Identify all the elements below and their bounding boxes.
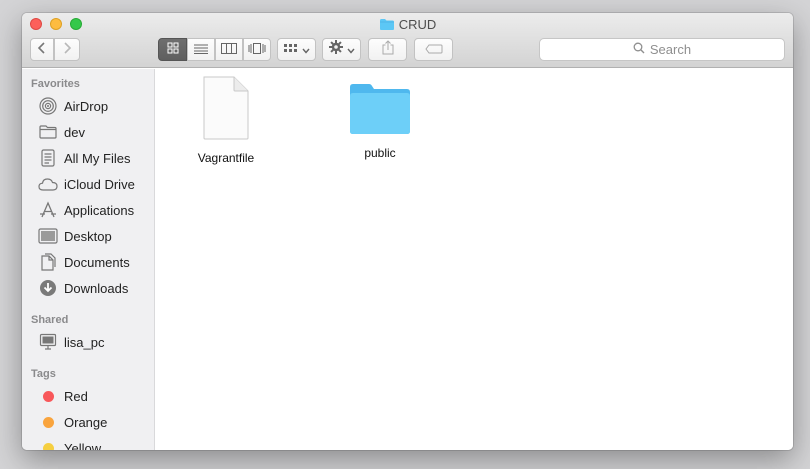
sidebar-item-icloud-drive[interactable]: iCloud Drive <box>38 173 155 195</box>
sidebar-item-label: lisa_pc <box>64 334 105 350</box>
search-field[interactable]: Search <box>539 38 785 61</box>
toolbar: CRUD Search <box>22 13 793 68</box>
sidebar-item-label: All My Files <box>64 150 131 166</box>
sidebar-item-documents[interactable]: Documents <box>38 251 155 273</box>
chevron-down-icon <box>346 41 355 59</box>
back-button[interactable] <box>30 38 54 61</box>
sidebar-item-label: Orange <box>64 414 108 430</box>
sidebar-item-lisa-pc[interactable]: lisa_pc <box>38 331 155 353</box>
icon-view-icon <box>167 41 179 59</box>
icon-view-button[interactable] <box>158 38 187 61</box>
forward-button[interactable] <box>54 38 80 61</box>
cover-flow-view-button[interactable] <box>243 38 271 61</box>
chevron-left-icon <box>37 41 47 59</box>
sidebar-heading-tags: Tags <box>31 368 56 380</box>
sidebar-item-tag-orange[interactable]: Orange <box>38 411 155 433</box>
sidebar-item-label: Documents <box>64 254 130 270</box>
sidebar-item-airdrop[interactable]: AirDrop <box>38 95 155 117</box>
computer-icon <box>38 332 58 352</box>
file-name: public <box>364 146 396 160</box>
list-view-icon <box>194 41 208 59</box>
sidebar-item-applications[interactable]: Applications <box>38 199 155 221</box>
search-icon <box>633 42 650 57</box>
tag-color-dot <box>43 416 54 428</box>
sidebar-heading-favorites: Favorites <box>31 78 80 90</box>
all-files-icon <box>38 148 58 168</box>
window-title-text: CRUD <box>398 17 437 32</box>
tag-color-dot <box>43 442 54 450</box>
sidebar-item-tag-yellow[interactable]: Yellow <box>38 437 155 450</box>
file-item-public[interactable]: public <box>330 83 430 160</box>
folder-icon <box>379 18 395 35</box>
file-browser-content: Vagrantfile public <box>156 69 793 450</box>
airdrop-icon <box>38 96 58 116</box>
sidebar-item-tag-red[interactable]: Red <box>38 385 155 407</box>
window-title: CRUD <box>22 17 793 33</box>
edit-tags-button[interactable] <box>414 38 453 61</box>
arrange-grid-icon <box>283 41 298 59</box>
documents-icon <box>38 252 58 272</box>
folder-icon <box>38 122 58 142</box>
search-placeholder: Search <box>649 42 692 57</box>
sidebar-item-label: Downloads <box>64 280 129 296</box>
chevron-right-icon <box>62 41 72 59</box>
sidebar-item-dev[interactable]: dev <box>38 121 155 143</box>
gear-icon <box>328 40 343 59</box>
finder-window: CRUD Search Favorites AirDrop dev All My… <box>22 13 793 450</box>
downloads-icon <box>38 278 58 298</box>
desktop-icon <box>38 226 58 246</box>
sidebar-item-label: iCloud Drive <box>64 176 135 192</box>
chevron-down-icon <box>301 41 310 59</box>
document-icon <box>201 76 251 144</box>
sidebar-item-desktop[interactable]: Desktop <box>38 225 155 247</box>
folder-icon <box>349 84 411 139</box>
tag-icon <box>424 41 443 59</box>
cloud-icon <box>38 174 58 194</box>
share-icon <box>382 39 394 60</box>
tag-color-dot <box>43 390 54 402</box>
list-view-button[interactable] <box>187 38 215 61</box>
column-view-button[interactable] <box>215 38 243 61</box>
column-view-icon <box>221 41 237 59</box>
cover-flow-view-icon <box>248 41 266 59</box>
sidebar: Favorites AirDrop dev All My Files iClou… <box>22 69 155 450</box>
action-button[interactable] <box>322 38 361 61</box>
sidebar-item-all-my-files[interactable]: All My Files <box>38 147 155 169</box>
applications-icon <box>38 200 58 220</box>
sidebar-item-label: Yellow <box>64 440 102 451</box>
sidebar-item-downloads[interactable]: Downloads <box>38 277 155 299</box>
file-item-vagrantfile[interactable]: Vagrantfile <box>176 76 276 165</box>
sidebar-item-label: Red <box>64 388 88 404</box>
sidebar-item-label: dev <box>64 124 85 140</box>
sidebar-item-label: Applications <box>64 202 135 218</box>
sidebar-heading-shared: Shared <box>31 314 69 326</box>
sidebar-item-label: Desktop <box>64 228 112 244</box>
arrange-button[interactable] <box>277 38 316 61</box>
share-button[interactable] <box>368 38 407 61</box>
sidebar-item-label: AirDrop <box>64 98 109 114</box>
file-name: Vagrantfile <box>197 151 255 165</box>
